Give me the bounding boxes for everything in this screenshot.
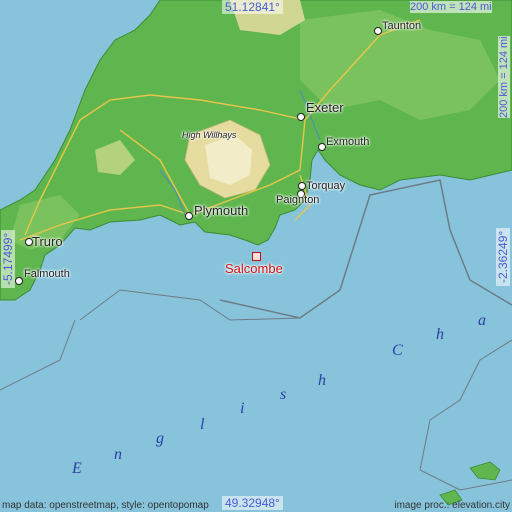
coord-top-label: 51.12841°	[222, 0, 283, 14]
place-paignton[interactable]: Paignton	[276, 194, 319, 206]
coord-left-label: -5.17499°	[1, 229, 15, 288]
exeter-marker	[297, 113, 305, 121]
credit-image-proc: image proc.: elevation.city	[394, 500, 510, 511]
salcombe-marker	[252, 252, 261, 261]
scale-horizontal: 200 km = 124 mi	[410, 1, 492, 13]
place-exeter[interactable]: Exeter	[306, 100, 344, 115]
place-falmouth[interactable]: Falmouth	[24, 268, 70, 280]
place-high-willhays[interactable]: High Willhays	[182, 130, 236, 140]
sea-label-letter: a	[478, 312, 486, 329]
sea-label-letter: s	[280, 386, 287, 403]
credit-map-data: map data: openstreetmap, style: opentopo…	[2, 500, 209, 511]
exmouth-marker	[318, 143, 326, 151]
place-taunton[interactable]: Taunton	[382, 20, 421, 32]
sea-label-letter: l	[200, 416, 205, 433]
torquay-marker	[298, 182, 306, 190]
sea-label-letter: h	[318, 372, 326, 389]
sea-label-letter: g	[156, 430, 164, 447]
scale-vertical: 200 km = 124 mi	[498, 36, 510, 118]
plymouth-marker	[185, 212, 193, 220]
coord-bottom-label: 49.32948°	[222, 496, 283, 510]
place-truro[interactable]: Truro	[32, 234, 63, 249]
sea-label-letter: n	[114, 446, 122, 463]
taunton-marker	[374, 27, 382, 35]
falmouth-marker	[15, 277, 23, 285]
sea-label-letter: E	[72, 460, 82, 477]
sea-label-letter: h	[436, 326, 444, 343]
coord-right-label: -2.36249°	[496, 227, 510, 286]
place-salcombe[interactable]: Salcombe	[225, 261, 283, 276]
place-exmouth[interactable]: Exmouth	[326, 136, 369, 148]
place-torquay[interactable]: Torquay	[306, 180, 345, 192]
sea-label-letter: i	[240, 400, 245, 417]
sea-label-letter: C	[392, 342, 403, 359]
place-plymouth[interactable]: Plymouth	[194, 203, 248, 218]
